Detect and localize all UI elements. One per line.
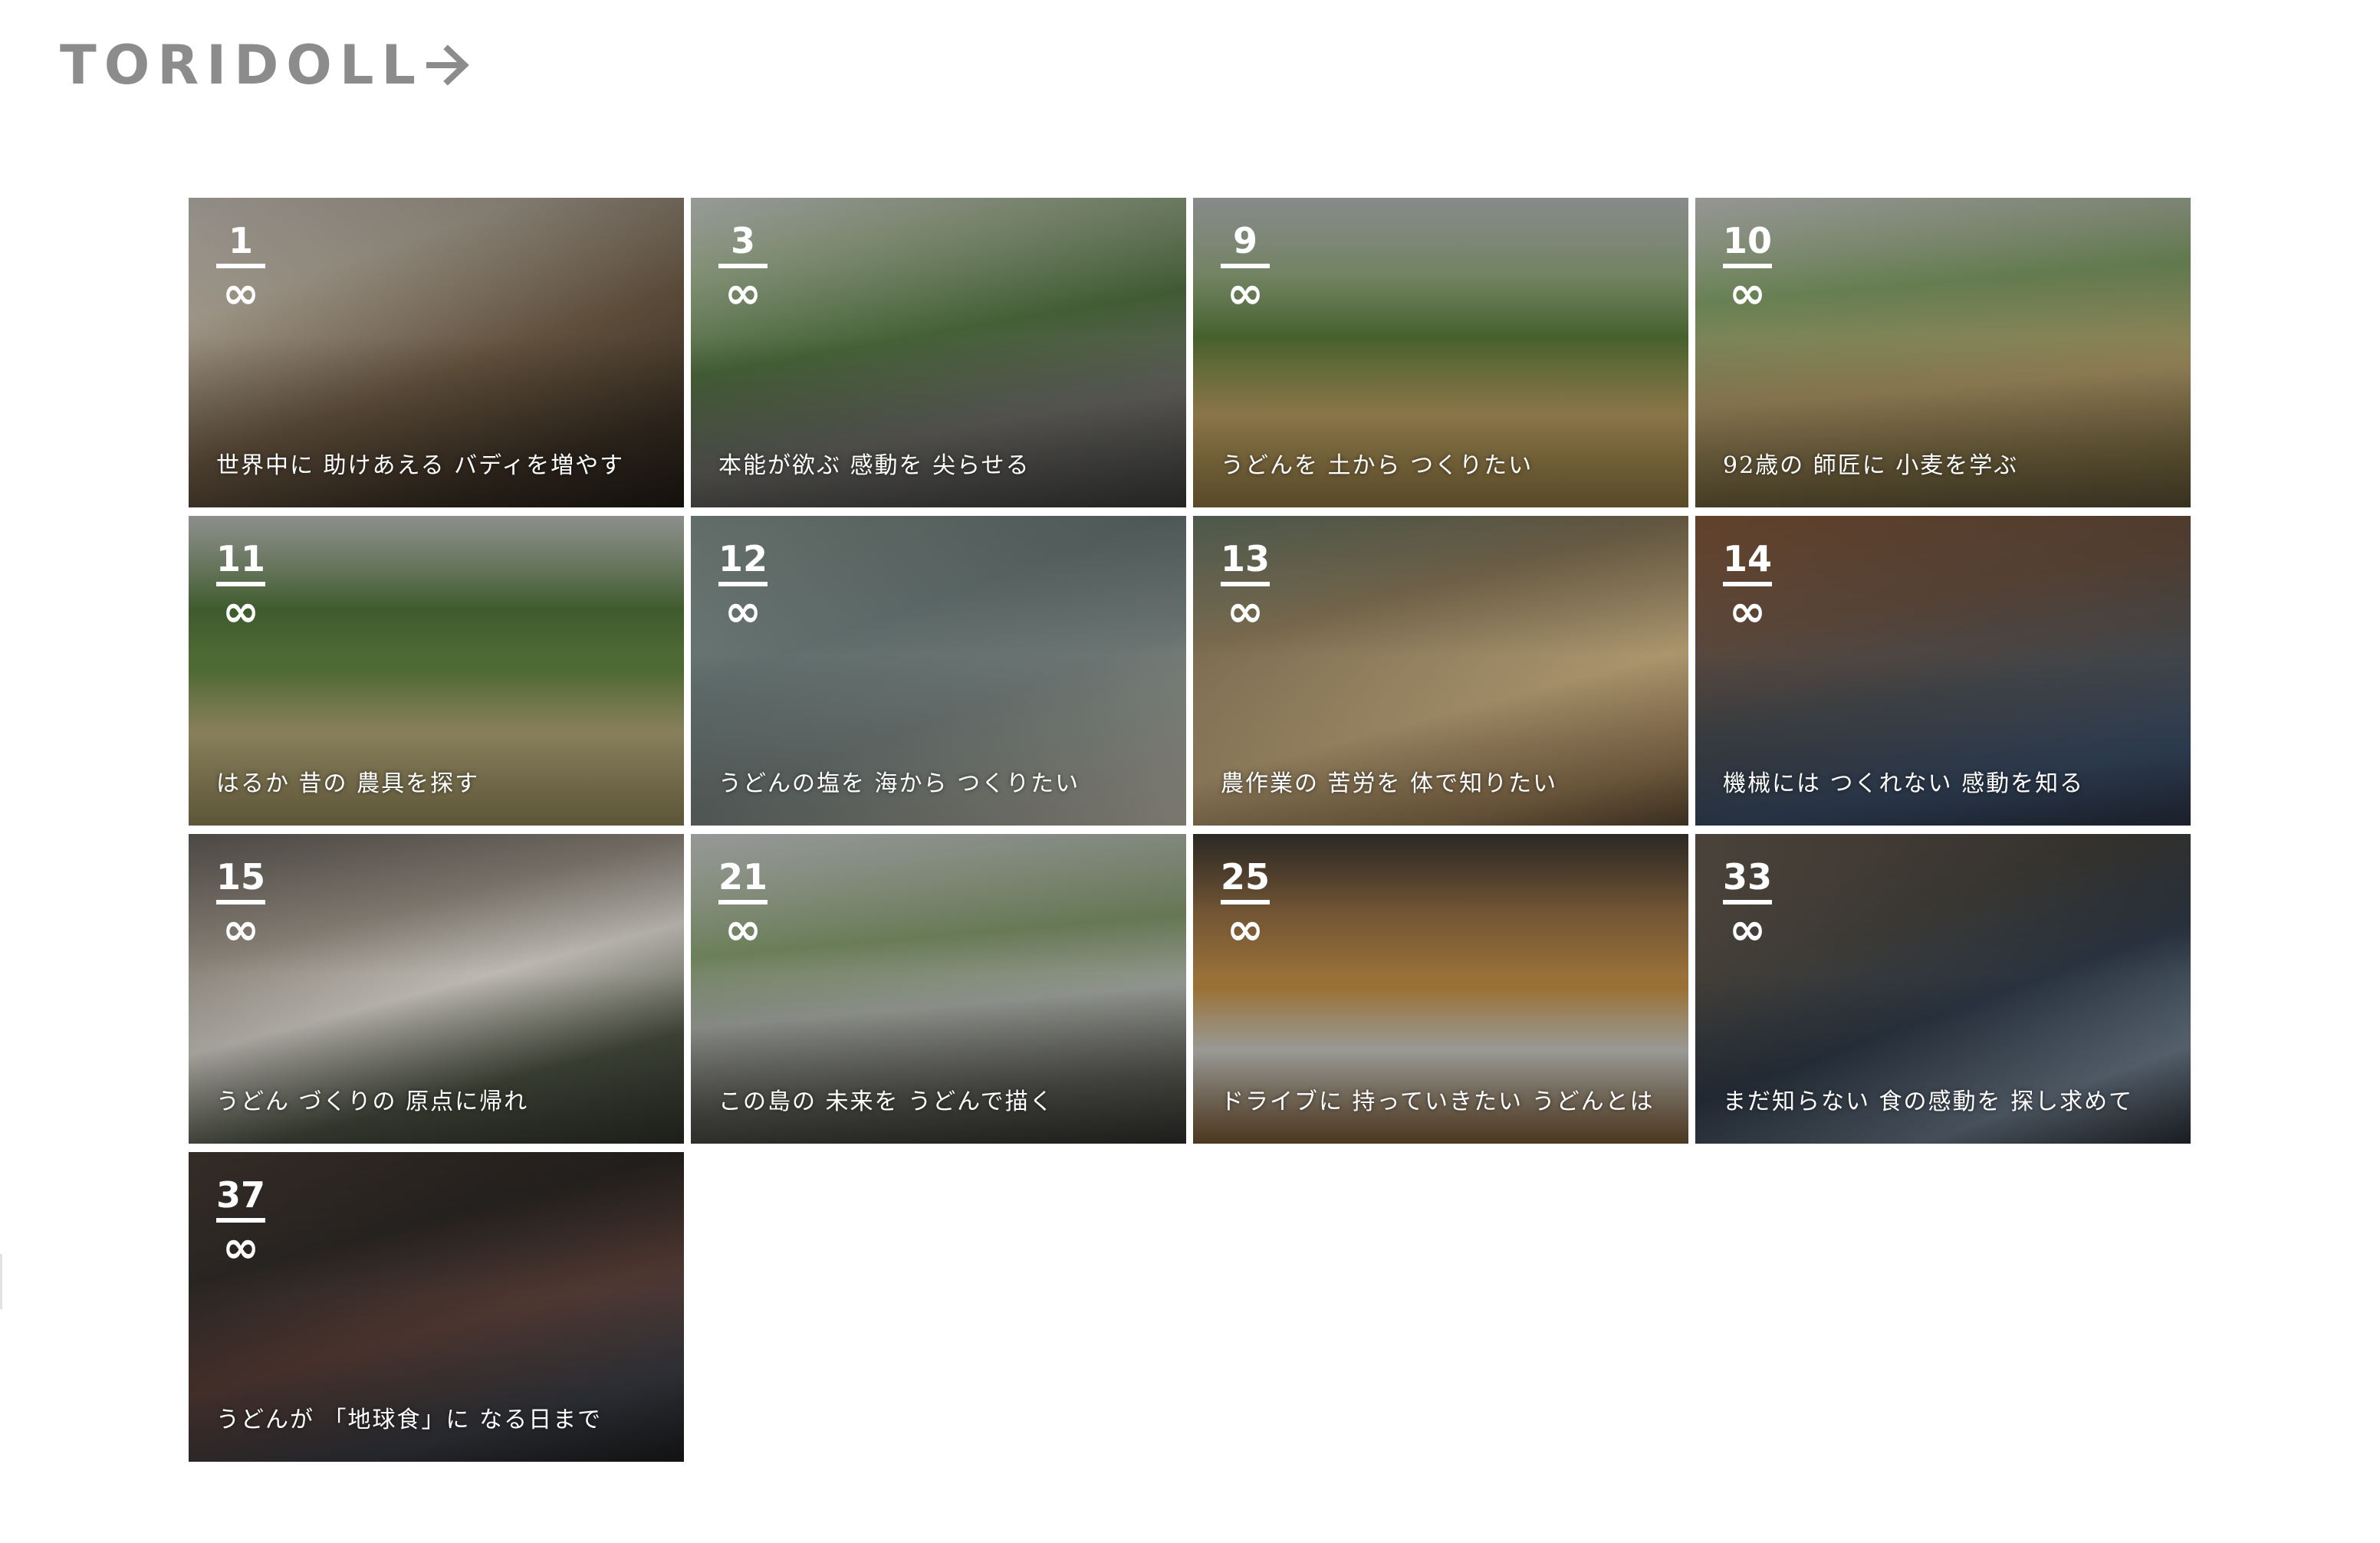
episode-tile-13[interactable]: 13 ∞ 農作業の 苦労を 体で知りたい — [1193, 516, 1688, 826]
episode-caption: うどんが 「地球食」に なる日まで — [216, 1407, 603, 1433]
infinity-icon: ∞ — [1728, 267, 1767, 319]
episode-tile-9[interactable]: 9 ∞ うどんを 土から つくりたい — [1193, 198, 1688, 507]
episode-tile-37[interactable]: 37 ∞ うどんが 「地球食」に なる日まで — [189, 1152, 684, 1462]
episode-badge: 13 ∞ — [1221, 538, 1271, 637]
episode-badge: 15 ∞ — [216, 856, 266, 955]
episode-caption: この島の 未来を うどんで描く — [718, 1088, 1054, 1115]
episode-caption: まだ知らない 食の感動を 探し求めて — [1723, 1088, 2134, 1115]
infinity-icon: ∞ — [1226, 903, 1264, 955]
episode-number: 37 — [216, 1174, 266, 1216]
episode-badge: 11 ∞ — [216, 538, 266, 637]
toridoll-logo[interactable]: TORIDOLL — [60, 38, 471, 92]
episode-number: 3 — [730, 220, 755, 261]
episode-number: 11 — [216, 538, 266, 579]
episode-badge: 10 ∞ — [1723, 220, 1773, 319]
episode-badge: 37 ∞ — [216, 1174, 266, 1273]
episode-tile-15[interactable]: 15 ∞ うどん づくりの 原点に帰れ — [189, 834, 684, 1144]
episode-tile-33[interactable]: 33 ∞ まだ知らない 食の感動を 探し求めて — [1695, 834, 2191, 1144]
episode-number: 10 — [1723, 220, 1773, 261]
episode-number: 1 — [228, 220, 253, 261]
episode-caption: はるか 昔の 農具を探す — [216, 770, 480, 797]
episode-caption: うどんの塩を 海から つくりたい — [718, 770, 1080, 797]
infinity-icon: ∞ — [1728, 585, 1767, 637]
logo-text: TORIDOLL — [60, 34, 424, 97]
episode-number: 33 — [1723, 856, 1773, 898]
episode-caption: 世界中に 助けあえる バディを増やす — [216, 452, 625, 479]
episode-number: 14 — [1723, 538, 1773, 579]
episode-caption: 92歳の 師匠に 小麦を学ぶ — [1723, 452, 2019, 479]
episode-tile-12[interactable]: 12 ∞ うどんの塩を 海から つくりたい — [691, 516, 1186, 826]
episode-number: 15 — [216, 856, 266, 898]
infinity-icon: ∞ — [724, 267, 762, 319]
episode-caption: 機械には つくれない 感動を知る — [1723, 770, 2085, 797]
episode-caption: うどんを 土から つくりたい — [1221, 452, 1534, 479]
episode-badge: 33 ∞ — [1723, 856, 1773, 955]
episode-caption: 農作業の 苦労を 体で知りたい — [1221, 770, 1558, 797]
episode-tile-21[interactable]: 21 ∞ この島の 未来を うどんで描く — [691, 834, 1186, 1144]
episode-badge: 14 ∞ — [1723, 538, 1773, 637]
episode-caption: ドライブに 持っていきたい うどんとは — [1221, 1088, 1655, 1115]
episode-badge: 3 ∞ — [718, 220, 768, 319]
episode-tile-3[interactable]: 3 ∞ 本能が欲ぶ 感動を 尖らせる — [691, 198, 1186, 507]
infinity-icon: ∞ — [222, 585, 260, 637]
episode-badge: 9 ∞ — [1221, 220, 1270, 319]
episode-badge: 21 ∞ — [718, 856, 768, 955]
episode-number: 25 — [1221, 856, 1271, 898]
infinity-icon: ∞ — [222, 1221, 260, 1273]
infinity-icon: ∞ — [222, 267, 260, 319]
episode-tile-10[interactable]: 10 ∞ 92歳の 師匠に 小麦を学ぶ — [1695, 198, 2191, 507]
infinity-icon: ∞ — [1226, 585, 1264, 637]
episode-number: 9 — [1232, 220, 1257, 261]
infinity-icon: ∞ — [724, 903, 762, 955]
episode-number: 12 — [718, 538, 768, 579]
infinity-icon: ∞ — [222, 903, 260, 955]
episode-badge: 1 ∞ — [216, 220, 265, 319]
episode-number: 21 — [718, 856, 768, 898]
episode-caption: 本能が欲ぶ 感動を 尖らせる — [718, 452, 1031, 479]
infinity-icon: ∞ — [1728, 903, 1767, 955]
episode-tile-14[interactable]: 14 ∞ 機械には つくれない 感動を知る — [1695, 516, 2191, 826]
episode-badge: 25 ∞ — [1221, 856, 1271, 955]
episode-badge: 12 ∞ — [718, 538, 768, 637]
infinity-icon: ∞ — [724, 585, 762, 637]
episode-tile-1[interactable]: 1 ∞ 世界中に 助けあえる バディを増やす — [189, 198, 684, 507]
episode-tile-11[interactable]: 11 ∞ はるか 昔の 農具を探す — [189, 516, 684, 826]
episode-number: 13 — [1221, 538, 1271, 579]
episode-caption: うどん づくりの 原点に帰れ — [216, 1088, 529, 1115]
infinity-icon: ∞ — [1226, 267, 1264, 319]
episode-grid: 1 ∞ 世界中に 助けあえる バディを増やす 3 ∞ 本能が欲ぶ 感動を 尖らせ… — [189, 198, 2191, 1462]
episode-tile-25[interactable]: 25 ∞ ドライブに 持っていきたい うどんとは — [1193, 834, 1688, 1144]
edge-handle — [0, 1254, 2, 1309]
arrow-right-icon — [426, 44, 469, 86]
